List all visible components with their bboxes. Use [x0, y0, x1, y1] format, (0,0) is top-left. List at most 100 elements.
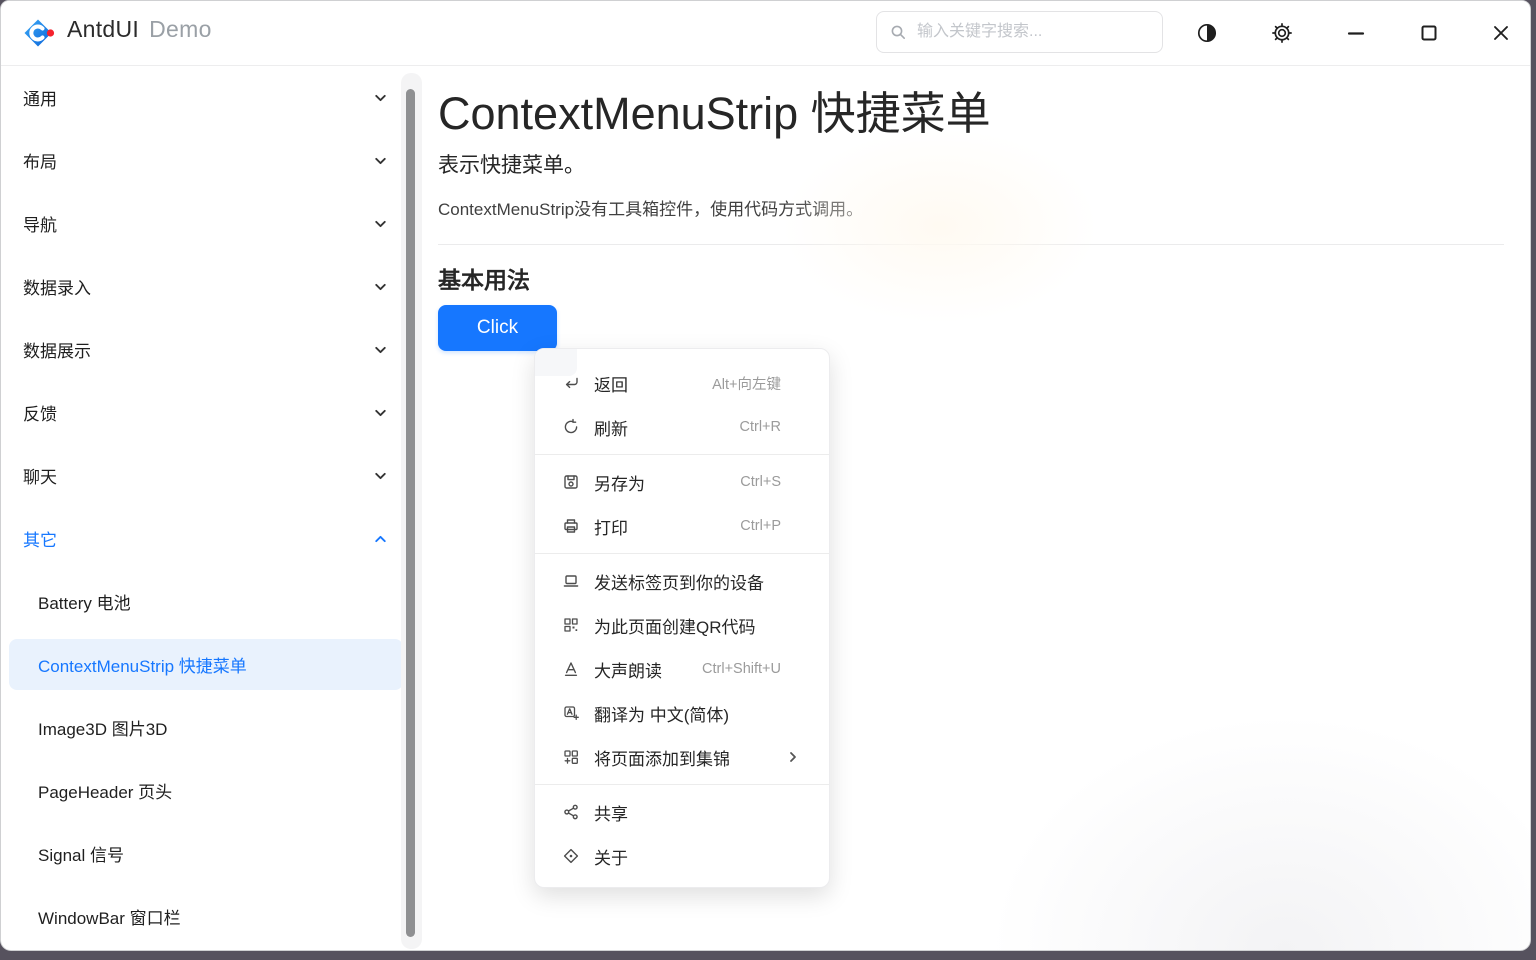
- title-bar: AntdUI Demo: [1, 1, 1530, 66]
- menu-divider: [535, 553, 829, 554]
- chevron-down-icon: [372, 89, 389, 106]
- save-as-icon: [562, 473, 580, 491]
- menu-item-read-aloud[interactable]: 大声朗读 Ctrl+Shift+U: [535, 647, 829, 691]
- sidebar-item-signal[interactable]: Signal 信号: [1, 822, 401, 885]
- search-icon: [889, 23, 907, 41]
- submenu-chevron-right-icon: [785, 749, 801, 765]
- sidebar-group-label: 数据展示: [23, 337, 91, 362]
- search-box[interactable]: [876, 11, 1163, 53]
- sidebar-group-label: 反馈: [23, 400, 57, 425]
- menu-item-label: 刷新: [594, 415, 628, 440]
- menu-item-label: 打印: [594, 514, 628, 539]
- menu-divider: [535, 454, 829, 455]
- sidebar: 通用 布局 导航 数据录入 数据展示 反馈 聊天 其它: [1, 66, 423, 950]
- chevron-down-icon: [372, 341, 389, 358]
- add-to-collections-icon: [562, 748, 580, 766]
- sidebar-group-general[interactable]: 通用: [1, 66, 401, 129]
- context-menu-group: 发送标签页到你的设备 为此页面创建QR代码 大声朗读 Ctrl+Shift+U: [535, 559, 829, 779]
- page-subtitle: 表示快捷菜单。: [438, 151, 1504, 181]
- menu-item-refresh[interactable]: 刷新 Ctrl+R: [535, 405, 829, 449]
- menu-item-label: 发送标签页到你的设备: [594, 569, 764, 594]
- menu-item-create-qr[interactable]: 为此页面创建QR代码: [535, 603, 829, 647]
- context-menu-group: 共享 关于: [535, 790, 829, 878]
- menu-item-shortcut: Alt+向左键: [712, 373, 801, 394]
- back-icon: [562, 374, 580, 392]
- section-divider: [438, 244, 1504, 245]
- sidebar-item-pageheader[interactable]: PageHeader 页头: [1, 759, 401, 822]
- click-demo-button[interactable]: Click: [438, 305, 557, 351]
- chevron-down-icon: [372, 404, 389, 421]
- page-description: ContextMenuStrip没有工具箱控件，使用代码方式调用。: [438, 198, 1504, 222]
- app-logo-icon: [23, 17, 55, 49]
- menu-item-send-to-device[interactable]: 发送标签页到你的设备: [535, 559, 829, 603]
- theme-toggle-button[interactable]: [1187, 13, 1227, 53]
- menu-item-label: 为此页面创建QR代码: [594, 613, 756, 638]
- sidebar-group-label: 聊天: [23, 463, 57, 488]
- sidebar-group-data-entry[interactable]: 数据录入: [1, 255, 401, 318]
- chevron-up-icon: [372, 530, 389, 547]
- context-menu-group: 另存为 Ctrl+S 打印 Ctrl+P: [535, 460, 829, 548]
- sidebar-item-label: Battery 电池: [38, 589, 131, 614]
- menu-item-label: 大声朗读: [594, 657, 662, 682]
- app-title: AntdUI Demo: [67, 16, 212, 43]
- chevron-down-icon: [372, 215, 389, 232]
- sidebar-group-label: 布局: [23, 148, 57, 173]
- menu-item-label: 返回: [594, 371, 628, 396]
- section-title: 基本用法: [438, 264, 1504, 296]
- close-button[interactable]: [1481, 13, 1521, 53]
- sidebar-group-data-display[interactable]: 数据展示: [1, 318, 401, 381]
- chevron-down-icon: [372, 467, 389, 484]
- sidebar-item-label: PageHeader 页头: [38, 778, 172, 803]
- sidebar-group-label: 数据录入: [23, 274, 91, 299]
- sidebar-group-navigation[interactable]: 导航: [1, 192, 401, 255]
- maximize-button[interactable]: [1409, 13, 1449, 53]
- sidebar-group-feedback[interactable]: 反馈: [1, 381, 401, 444]
- sidebar-item-image3d[interactable]: Image3D 图片3D: [1, 696, 401, 759]
- menu-item-translate[interactable]: 翻译为 中文(简体): [535, 691, 829, 735]
- sidebar-group-chat[interactable]: 聊天: [1, 444, 401, 507]
- sidebar-item-contextmenustrip[interactable]: ContextMenuStrip 快捷菜单: [1, 633, 401, 696]
- menu-item-shortcut: Ctrl+R: [740, 419, 802, 435]
- search-input[interactable]: [915, 22, 1150, 42]
- translate-icon: [562, 704, 580, 722]
- background-watermark: [830, 530, 1530, 950]
- sidebar-item-label: WindowBar 窗口栏: [38, 904, 181, 929]
- sidebar-item-label: Image3D 图片3D: [38, 715, 167, 740]
- print-icon: [562, 517, 580, 535]
- context-menu-group: 返回 Alt+向左键 刷新 Ctrl+R: [535, 361, 829, 449]
- menu-item-shortcut: Ctrl+Shift+U: [702, 661, 801, 677]
- menu-item-share[interactable]: 共享: [535, 790, 829, 834]
- close-icon: [1490, 22, 1512, 44]
- app-title-text: AntdUI: [67, 16, 139, 42]
- menu-item-about[interactable]: 关于: [535, 834, 829, 878]
- minimize-icon: [1345, 22, 1367, 44]
- sidebar-group-layout[interactable]: 布局: [1, 129, 401, 192]
- share-icon: [562, 803, 580, 821]
- sidebar-group-label: 其它: [23, 526, 57, 551]
- sidebar-scrollbar-thumb[interactable]: [406, 89, 415, 937]
- read-aloud-icon: [562, 660, 580, 678]
- about-icon: [562, 847, 580, 865]
- sidebar-group-label: 通用: [23, 85, 57, 110]
- sidebar-item-label: Signal 信号: [38, 841, 124, 866]
- sidebar-group-label: 导航: [23, 211, 57, 236]
- sidebar-group-other[interactable]: 其它: [1, 507, 401, 570]
- gear-icon: [1270, 21, 1294, 45]
- chevron-down-icon: [372, 278, 389, 295]
- menu-item-print[interactable]: 打印 Ctrl+P: [535, 504, 829, 548]
- minimize-button[interactable]: [1336, 13, 1376, 53]
- menu-item-label: 将页面添加到集锦: [594, 745, 730, 770]
- sidebar-item-battery[interactable]: Battery 电池: [1, 570, 401, 633]
- app-subtitle-text: Demo: [149, 16, 212, 42]
- menu-item-back[interactable]: 返回 Alt+向左键: [535, 361, 829, 405]
- sidebar-scrollbar-track[interactable]: [401, 73, 422, 949]
- settings-button[interactable]: [1262, 13, 1302, 53]
- menu-item-save-as[interactable]: 另存为 Ctrl+S: [535, 460, 829, 504]
- sidebar-item-windowbar[interactable]: WindowBar 窗口栏: [1, 885, 401, 948]
- sidebar-item-label: ContextMenuStrip 快捷菜单: [38, 652, 247, 677]
- send-to-device-icon: [562, 572, 580, 590]
- menu-item-add-to-collections[interactable]: 将页面添加到集锦: [535, 735, 829, 779]
- qr-code-icon: [562, 616, 580, 634]
- contrast-icon: [1195, 21, 1219, 45]
- maximize-icon: [1418, 22, 1440, 44]
